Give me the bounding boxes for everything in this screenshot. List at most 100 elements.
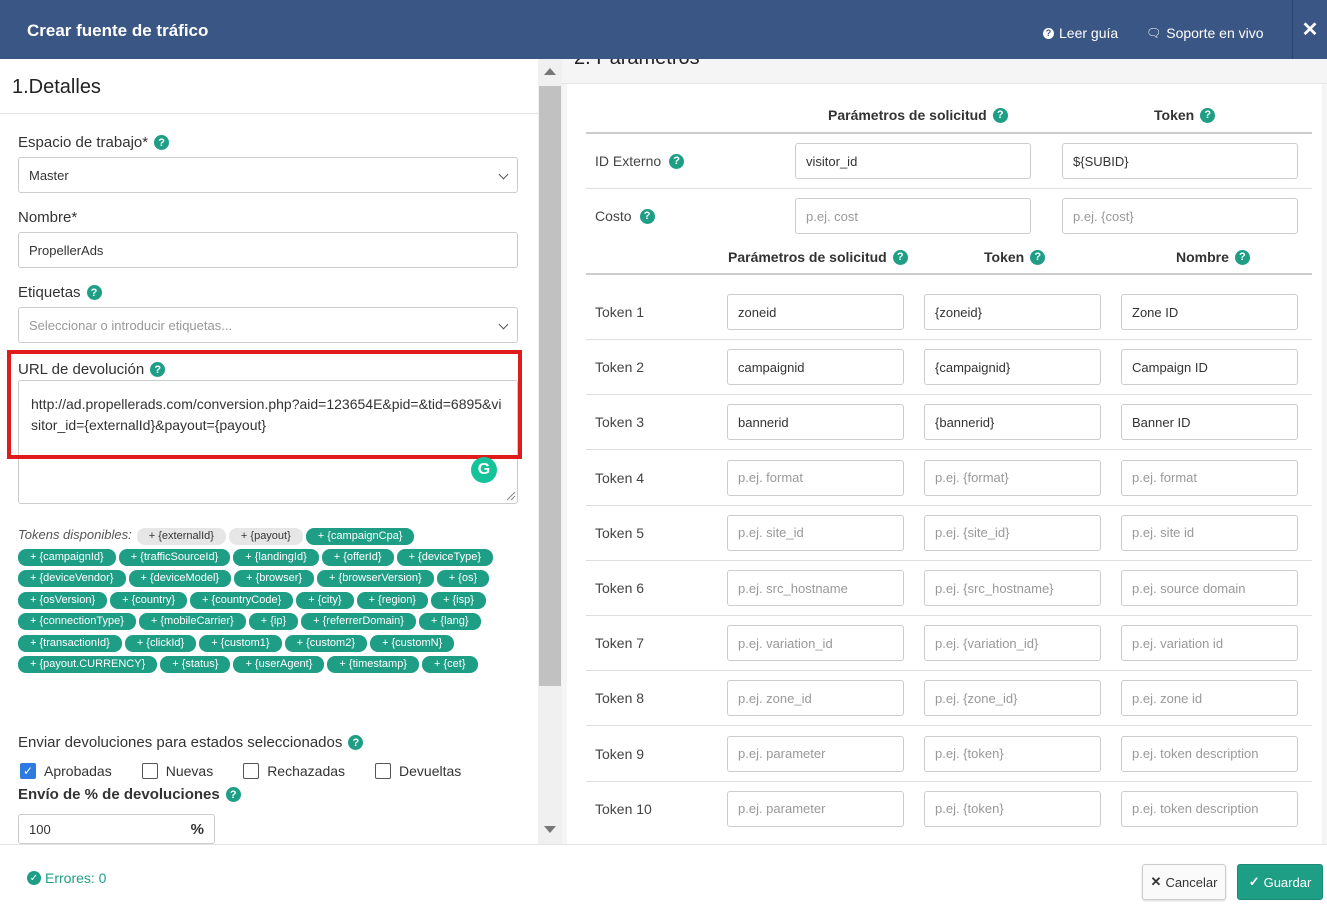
token-param-input[interactable]: p.ej. format bbox=[727, 459, 904, 496]
token-chip[interactable]: + {deviceVendor} bbox=[18, 570, 126, 588]
token-chip[interactable]: + {country} bbox=[110, 591, 188, 609]
help-icon[interactable]: ? bbox=[1234, 249, 1250, 265]
checkbox-icon[interactable] bbox=[141, 763, 158, 779]
token-chip[interactable]: + {payout} bbox=[228, 527, 303, 545]
token-chip[interactable]: + {deviceModel} bbox=[128, 570, 232, 588]
help-icon[interactable]: ? bbox=[225, 787, 241, 802]
token-chip[interactable]: + {connectionType} bbox=[18, 613, 136, 631]
token-param-input[interactable]: campaignid bbox=[727, 349, 904, 386]
token-token-input[interactable]: p.ej. {token} bbox=[924, 735, 1101, 772]
scroll-down-icon[interactable] bbox=[544, 826, 556, 833]
name-input[interactable]: PropellerAds bbox=[18, 232, 518, 268]
token-chip[interactable]: + {trafficSourceId} bbox=[118, 549, 231, 566]
checkbox-icon[interactable] bbox=[375, 763, 392, 779]
token-chip[interactable]: + {userAgent} bbox=[233, 656, 325, 674]
token-name-input[interactable]: p.ej. variation id bbox=[1121, 625, 1298, 662]
token-chip[interactable]: + {payout.CURRENCY} bbox=[18, 656, 158, 674]
token-token-input[interactable]: p.ej. {token} bbox=[924, 790, 1101, 827]
tags-select[interactable]: Seleccionar o introducir etiquetas... bbox=[18, 307, 518, 343]
token-token-input[interactable]: p.ej. {variation_id} bbox=[924, 625, 1101, 662]
token-chip[interactable]: + {deviceType} bbox=[396, 549, 494, 566]
token-token-input[interactable]: p.ej. {src_hostname} bbox=[924, 570, 1101, 606]
help-icon[interactable]: ? bbox=[154, 135, 170, 150]
token-chip[interactable]: + {cet} bbox=[422, 656, 478, 674]
token-chip[interactable]: + {mobileCarrier} bbox=[138, 613, 246, 631]
token-chip[interactable]: + {clickId} bbox=[124, 634, 197, 652]
cost-token-input[interactable]: p.ej. {cost} bbox=[1062, 198, 1298, 234]
token-chip[interactable]: + {browserVersion} bbox=[317, 570, 434, 588]
token-token-input[interactable]: p.ej. {zone_id} bbox=[924, 680, 1101, 717]
external-id-param-input[interactable]: visitor_id bbox=[795, 143, 1031, 179]
token-token-input[interactable]: {campaignid} bbox=[924, 349, 1101, 386]
external-id-token-input[interactable]: ${SUBID} bbox=[1062, 143, 1298, 179]
guide-link[interactable]: ? Leer guía bbox=[1043, 25, 1118, 41]
token-chip[interactable]: + {customN} bbox=[370, 634, 455, 652]
help-icon[interactable]: ? bbox=[669, 153, 685, 169]
help-icon[interactable]: ? bbox=[86, 285, 102, 300]
token-token-input[interactable]: p.ej. {site_id} bbox=[924, 514, 1101, 551]
close-button[interactable]: ✕ bbox=[1292, 0, 1327, 59]
status-checkbox-aprobadas[interactable]: ✓ Aprobadas bbox=[20, 763, 112, 779]
cost-param-input[interactable]: p.ej. cost bbox=[795, 198, 1031, 234]
token-chip[interactable]: + {isp} bbox=[430, 591, 486, 609]
scrollbar[interactable] bbox=[538, 59, 562, 844]
token-param-input[interactable]: p.ej. parameter bbox=[727, 790, 904, 827]
token-chip[interactable]: + {custom1} bbox=[199, 634, 282, 652]
token-param-input[interactable]: p.ej. variation_id bbox=[727, 625, 904, 662]
scroll-thumb[interactable] bbox=[539, 86, 561, 686]
status-checkbox-rechazadas[interactable]: Rechazadas bbox=[243, 763, 345, 779]
workspace-select[interactable]: Master bbox=[18, 157, 518, 193]
token-param-input[interactable]: zoneid bbox=[727, 294, 904, 330]
help-icon[interactable]: ? bbox=[1030, 249, 1046, 265]
checkbox-icon[interactable] bbox=[243, 763, 260, 779]
resize-handle-icon[interactable] bbox=[506, 491, 516, 501]
token-name-input[interactable]: p.ej. source domain bbox=[1121, 570, 1298, 606]
cancel-button[interactable]: ✕ Cancelar bbox=[1142, 864, 1226, 900]
token-token-input[interactable]: {bannerid} bbox=[924, 404, 1101, 441]
token-chip[interactable]: + {os} bbox=[436, 570, 490, 588]
token-name-input[interactable]: p.ej. zone id bbox=[1121, 680, 1298, 717]
checkbox-icon[interactable]: ✓ bbox=[20, 763, 36, 779]
token-chip[interactable]: + {transactionId} bbox=[18, 634, 122, 652]
token-chip[interactable]: + {region} bbox=[356, 591, 428, 609]
percent-input[interactable]: 100 % bbox=[18, 814, 215, 844]
token-name-input[interactable]: Banner ID bbox=[1121, 404, 1298, 441]
help-icon[interactable]: ? bbox=[1200, 107, 1216, 123]
token-name-input[interactable]: Zone ID bbox=[1121, 294, 1298, 330]
token-chip[interactable]: + {offerId} bbox=[321, 549, 394, 566]
help-icon[interactable]: ? bbox=[892, 249, 908, 265]
token-token-input[interactable]: p.ej. {format} bbox=[924, 459, 1101, 496]
token-name-input[interactable]: Campaign ID bbox=[1121, 349, 1298, 386]
token-param-input[interactable]: p.ej. parameter bbox=[727, 735, 904, 772]
token-chip[interactable]: + {timestamp} bbox=[327, 656, 419, 674]
status-checkbox-nuevas[interactable]: Nuevas bbox=[141, 763, 213, 779]
token-chip[interactable]: + {externalId} bbox=[136, 527, 226, 545]
help-icon[interactable]: ? bbox=[639, 208, 655, 224]
token-name-input[interactable]: p.ej. token description bbox=[1121, 790, 1298, 827]
token-chip[interactable]: + {campaignId} bbox=[18, 549, 116, 566]
token-name-input[interactable]: p.ej. site id bbox=[1121, 514, 1298, 551]
token-chip[interactable]: + {ip} bbox=[248, 613, 299, 631]
support-link[interactable]: 🗨 Soporte en vivo bbox=[1146, 25, 1264, 41]
token-chip[interactable]: + {landingId} bbox=[233, 549, 319, 566]
token-chip[interactable]: + {countryCode} bbox=[190, 591, 294, 609]
token-param-input[interactable]: bannerid bbox=[727, 404, 904, 441]
scroll-up-icon[interactable] bbox=[544, 68, 556, 75]
token-chip[interactable]: + {custom2} bbox=[284, 634, 368, 652]
token-chip[interactable]: + {status} bbox=[160, 656, 231, 674]
token-chip[interactable]: + {city} bbox=[296, 591, 354, 609]
token-param-input[interactable]: p.ej. src_hostname bbox=[727, 570, 904, 606]
token-chip[interactable]: + {osVersion} bbox=[18, 591, 108, 609]
help-icon[interactable]: ? bbox=[348, 735, 364, 750]
save-button[interactable]: ✓ Guardar bbox=[1237, 864, 1323, 900]
token-chip[interactable]: + {referrerDomain} bbox=[301, 613, 416, 631]
token-chip[interactable]: + {campaignCpa} bbox=[305, 527, 415, 545]
token-name-input[interactable]: p.ej. format bbox=[1121, 459, 1298, 496]
token-chip[interactable]: + {lang} bbox=[418, 613, 481, 631]
status-checkbox-devueltas[interactable]: Devueltas bbox=[375, 763, 461, 779]
token-param-input[interactable]: p.ej. site_id bbox=[727, 514, 904, 551]
token-param-input[interactable]: p.ej. zone_id bbox=[727, 680, 904, 717]
token-token-input[interactable]: {zoneid} bbox=[924, 294, 1101, 330]
grammarly-icon[interactable]: G bbox=[471, 457, 497, 483]
token-chip[interactable]: + {browser} bbox=[234, 570, 315, 588]
